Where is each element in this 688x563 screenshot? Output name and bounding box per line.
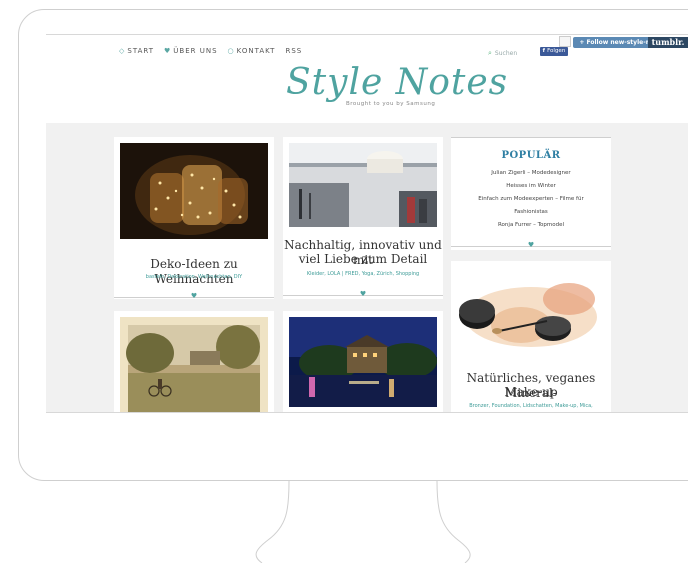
tumblr-logo[interactable]: tumblr. xyxy=(648,37,688,48)
heart-icon: ♥ xyxy=(190,292,198,299)
nav-kontakt-label: KONTAKT xyxy=(236,47,276,55)
facebook-icon: f xyxy=(542,48,546,54)
nav-ueber-uns[interactable]: ♥ ÜBER UNS xyxy=(164,47,218,55)
post-image-fairy-lights xyxy=(120,143,268,239)
nav-ueber-uns-label: ÜBER UNS xyxy=(173,47,218,55)
post-title[interactable]: Deko-Ideen zu Weihnachten xyxy=(114,257,274,287)
post-card[interactable]: Nachhaltig, innovativ und mit viel Liebe… xyxy=(283,137,443,299)
main-nav: ◇ START ♥ ÜBER UNS ○ KONTAKT RSS xyxy=(119,47,302,55)
nav-start-label: START xyxy=(127,47,154,55)
site-header: ◇ START ♥ ÜBER UNS ○ KONTAKT RSS ⌕ Suchen fF… xyxy=(46,35,688,123)
popular-item[interactable]: Ronja Furrer – Topmodel xyxy=(451,222,611,228)
popular-item[interactable]: Heisses im Winter xyxy=(451,183,611,189)
post-image-shop-interior xyxy=(289,143,437,227)
share-icon[interactable] xyxy=(559,36,571,47)
post-image-night-town xyxy=(289,317,437,407)
heart-icon: ♥ xyxy=(359,290,367,298)
heart-icon: ♥ xyxy=(527,241,535,249)
nav-kontakt[interactable]: ○ KONTAKT xyxy=(228,47,276,55)
popular-widget: POPULÄR Julian Zigerli – Modedesigner He… xyxy=(451,137,611,250)
post-tags[interactable]: basteln, Dekoration, Weihnachten, DIY xyxy=(114,274,274,280)
post-image-makeup xyxy=(457,267,605,361)
post-tags[interactable]: Kleider, LOLA | FRED, Yoga, Zürich, Shop… xyxy=(283,271,443,277)
post-card[interactable] xyxy=(114,311,274,412)
heart-icon: ♥ xyxy=(164,47,172,55)
search-label: Suchen xyxy=(494,50,518,57)
post-tags[interactable]: Bronzer, Foundation, Lidschatten, Make-u… xyxy=(451,403,611,409)
post-card[interactable]: Deko-Ideen zu Weihnachten basteln, Dekor… xyxy=(114,137,274,299)
nav-start[interactable]: ◇ START xyxy=(119,47,154,55)
popular-title: POPULÄR xyxy=(501,150,561,161)
popular-item[interactable]: Fashionistas xyxy=(451,209,611,215)
post-card[interactable]: Natürliches, veganes Mineral- Make-up Br… xyxy=(451,261,611,412)
diamond-icon: ◇ xyxy=(119,47,126,55)
tumblr-logo-label: tumblr. xyxy=(651,37,685,47)
search-icon: ⌕ xyxy=(488,49,492,57)
nav-rss-label: RSS xyxy=(285,47,303,55)
post-image-vintage-photo xyxy=(120,317,268,412)
browser-screen: ◇ START ♥ ÜBER UNS ○ KONTAKT RSS ⌕ Suchen fF… xyxy=(46,34,688,413)
post-title-line-2[interactable]: Make-up xyxy=(451,385,611,400)
nav-rss[interactable]: RSS xyxy=(285,47,302,55)
post-title-line-2[interactable]: viel Liebe zum Detail xyxy=(283,252,443,267)
popular-item[interactable]: Julian Zigerli – Modedesigner xyxy=(451,170,611,176)
popular-item[interactable]: Einfach zum Modeexperten – Filme für xyxy=(451,196,611,202)
facebook-follow-label: Folgen xyxy=(547,48,566,54)
circle-icon: ○ xyxy=(227,47,235,55)
post-card[interactable] xyxy=(283,311,443,412)
facebook-follow-button[interactable]: f Folgen xyxy=(540,47,568,56)
search-link[interactable]: ⌕ Suchen xyxy=(488,49,517,58)
site-tagline: Brought to you by Samsung xyxy=(346,101,436,107)
site-logo[interactable]: Style Notes xyxy=(286,62,508,103)
